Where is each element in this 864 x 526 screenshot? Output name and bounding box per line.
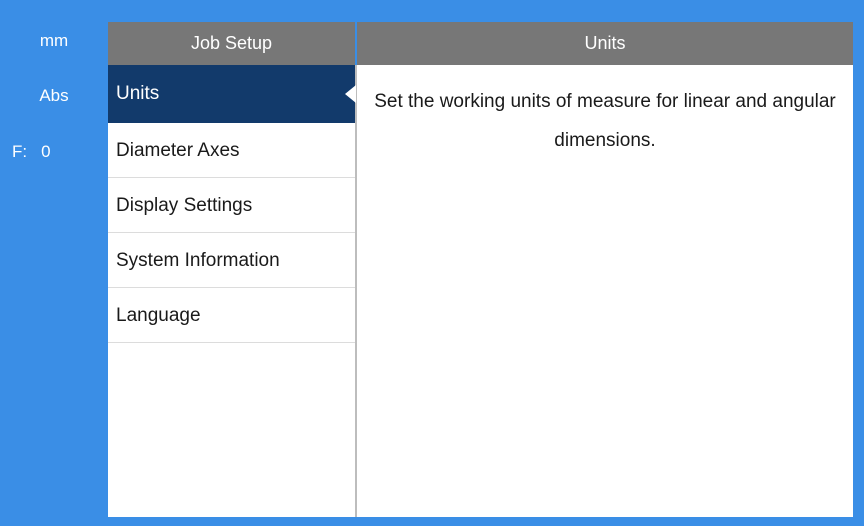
units-indicator[interactable]: mm <box>0 31 108 51</box>
units-description: Set the working units of measure for lin… <box>374 91 836 151</box>
menu-item-language[interactable]: Language <box>108 288 355 343</box>
selection-pointer-icon <box>345 85 356 103</box>
app-frame: mm Abs F: 0 Job Setup Units Units Diamete… <box>0 0 864 526</box>
feed-rate-label: F: <box>12 142 28 161</box>
job-setup-menu: Units Diameter Axes Display Settings Sys… <box>108 65 355 517</box>
menu-item-diameter-axes[interactable]: Diameter Axes <box>108 123 355 178</box>
menu-item-system-information[interactable]: System Information <box>108 233 355 288</box>
abs-inc-indicator[interactable]: Abs <box>0 86 108 106</box>
feed-rate-indicator: F: 0 <box>12 142 51 162</box>
status-column: mm Abs F: 0 <box>0 0 108 526</box>
menu-title: Job Setup <box>108 22 355 65</box>
menu-item-display-settings[interactable]: Display Settings <box>108 178 355 233</box>
menu-item-units[interactable]: Units <box>108 65 355 123</box>
feed-rate-value: 0 <box>41 142 51 161</box>
content-panel: Set the working units of measure for lin… <box>357 65 853 517</box>
content-title: Units <box>357 22 853 65</box>
